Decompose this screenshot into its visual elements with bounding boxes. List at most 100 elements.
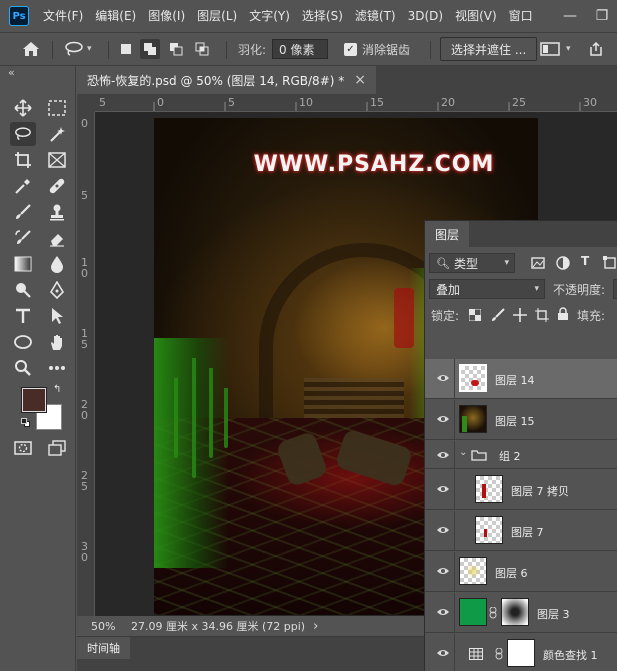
layer-row[interactable]: 图层 7 xyxy=(425,511,617,551)
menu-select[interactable]: 选择(S) xyxy=(296,0,349,32)
menu-3d[interactable]: 3D(D) xyxy=(402,0,449,32)
hand-tool[interactable] xyxy=(44,330,70,354)
menu-file[interactable]: 文件(F) xyxy=(37,0,89,32)
ellipse-tool[interactable] xyxy=(10,330,36,354)
add-to-selection-button[interactable] xyxy=(140,39,160,59)
move-tool[interactable] xyxy=(10,96,36,120)
pen-tool[interactable] xyxy=(44,278,70,302)
lock-transparent-icon[interactable] xyxy=(469,309,481,321)
gradient-tool[interactable] xyxy=(10,252,36,276)
eye-icon[interactable] xyxy=(435,412,451,426)
eye-icon[interactable] xyxy=(435,605,451,619)
layer-row[interactable]: 图层 14 xyxy=(425,359,617,399)
subtract-selection-button[interactable] xyxy=(166,39,186,59)
menu-window[interactable]: 窗口 xyxy=(503,0,539,32)
lock-artboard-icon[interactable] xyxy=(535,308,549,322)
workspace-button[interactable]: ▾ xyxy=(540,33,571,65)
eye-icon[interactable] xyxy=(435,646,451,660)
foreground-color-swatch[interactable] xyxy=(22,388,46,412)
status-menu-arrow[interactable]: › xyxy=(313,619,318,634)
lock-position-icon[interactable] xyxy=(513,308,527,322)
gradient-icon xyxy=(14,256,32,272)
eye-icon[interactable] xyxy=(435,482,451,496)
eyedropper-tool[interactable] xyxy=(10,174,36,198)
layer-thumbnail xyxy=(459,557,487,585)
link-icon[interactable] xyxy=(495,648,503,660)
layer-row[interactable]: 颜色查找 1 xyxy=(425,634,617,671)
close-icon[interactable]: × xyxy=(354,72,366,88)
layer-row[interactable]: 图层 7 拷贝 xyxy=(425,470,617,510)
lock-all-icon[interactable] xyxy=(557,307,569,321)
intersect-selection-icon xyxy=(195,42,209,56)
healing-brush-tool[interactable] xyxy=(44,174,70,198)
eye-icon[interactable] xyxy=(435,523,451,537)
share-button[interactable] xyxy=(588,33,604,65)
marquee-tool[interactable] xyxy=(44,96,70,120)
ruler-label: 1 0 xyxy=(81,256,88,280)
adjustment-filter-icon[interactable] xyxy=(556,256,570,270)
eye-icon[interactable] xyxy=(435,371,451,385)
zoom-tool[interactable] xyxy=(10,356,36,380)
shape-filter-icon[interactable] xyxy=(603,256,617,270)
magic-wand-tool[interactable] xyxy=(44,122,70,146)
screen-mode-button[interactable] xyxy=(44,436,70,460)
timeline-tab[interactable]: 时间轴 xyxy=(77,637,130,659)
select-and-mask-button[interactable]: 选择并遮住 ... xyxy=(440,37,538,61)
frame-tool[interactable] xyxy=(44,148,70,172)
opacity-input[interactable] xyxy=(613,279,617,299)
menu-layer[interactable]: 图层(L) xyxy=(191,0,243,32)
pen-icon xyxy=(49,281,65,299)
layer-filter-dropdown[interactable]: 🔍︎ 类型 ▾ xyxy=(429,253,515,273)
brush-tool[interactable] xyxy=(10,200,36,224)
layer-mask-thumbnail[interactable] xyxy=(501,598,529,626)
home-button[interactable] xyxy=(22,33,40,65)
intersect-selection-button[interactable] xyxy=(192,39,212,59)
group-row[interactable]: ⌄ 组 2 xyxy=(425,441,617,469)
minimize-button[interactable]: — xyxy=(555,0,585,32)
menu-image[interactable]: 图像(I) xyxy=(142,0,191,32)
lasso-preset-picker[interactable]: ▾ xyxy=(64,33,92,65)
eraser-tool[interactable] xyxy=(44,226,70,250)
lasso-tool[interactable] xyxy=(10,122,36,146)
link-icon[interactable] xyxy=(489,607,497,619)
type-filter-icon[interactable]: T xyxy=(581,254,589,268)
collapse-toolbar-button[interactable]: « xyxy=(8,66,15,79)
lasso-icon xyxy=(65,41,83,56)
blur-tool[interactable] xyxy=(44,252,70,276)
chevron-down-icon[interactable]: ⌄ xyxy=(459,447,467,458)
layer-row[interactable]: 图层 6 xyxy=(425,552,617,592)
document-tab[interactable]: 恐怖-恢复的.psd @ 50% (图层 14, RGB/8#) * × xyxy=(77,66,376,94)
eye-icon[interactable] xyxy=(435,564,451,578)
feather-input[interactable]: 0 像素 xyxy=(272,39,329,59)
quick-mask-button[interactable] xyxy=(10,436,36,460)
history-brush-tool[interactable] xyxy=(10,226,36,250)
layer-row[interactable]: 图层 15 xyxy=(425,400,617,440)
image-filter-icon[interactable] xyxy=(531,257,545,269)
blend-mode-dropdown[interactable]: 叠加 ▾ xyxy=(429,279,545,299)
dodge-tool[interactable] xyxy=(10,278,36,302)
menu-type[interactable]: 文字(Y) xyxy=(243,0,296,32)
default-colors-icon[interactable] xyxy=(21,418,31,428)
crop-tool[interactable] xyxy=(10,148,36,172)
menu-bar: Ps 文件(F) 编辑(E) 图像(I) 图层(L) 文字(Y) 选择(S) 滤… xyxy=(0,0,617,32)
antialias-checkbox[interactable]: ✓ 消除锯齿 xyxy=(344,33,410,65)
layer-row[interactable]: 图层 3 xyxy=(425,593,617,633)
chevron-down-icon: ▾ xyxy=(87,44,92,54)
zoom-level[interactable]: 50% xyxy=(91,620,131,633)
ruler-corner xyxy=(77,94,95,112)
layers-tab[interactable]: 图层 xyxy=(425,221,469,247)
menu-view[interactable]: 视图(V) xyxy=(449,0,503,32)
menu-filter[interactable]: 滤镜(T) xyxy=(349,0,402,32)
lock-pixels-icon[interactable] xyxy=(491,308,505,322)
type-tool[interactable] xyxy=(10,304,36,328)
path-selection-tool[interactable] xyxy=(44,304,70,328)
restore-button[interactable]: ❐ xyxy=(587,0,617,32)
new-selection-button[interactable] xyxy=(116,39,136,59)
edit-toolbar-button[interactable] xyxy=(44,356,70,380)
eye-icon[interactable] xyxy=(435,448,451,462)
menu-edit[interactable]: 编辑(E) xyxy=(89,0,142,32)
clone-stamp-tool[interactable] xyxy=(44,200,70,224)
ruler-label: 2 0 xyxy=(81,398,88,422)
swap-colors-icon[interactable]: ↰ xyxy=(53,384,61,395)
layer-mask-thumbnail[interactable] xyxy=(507,639,535,667)
